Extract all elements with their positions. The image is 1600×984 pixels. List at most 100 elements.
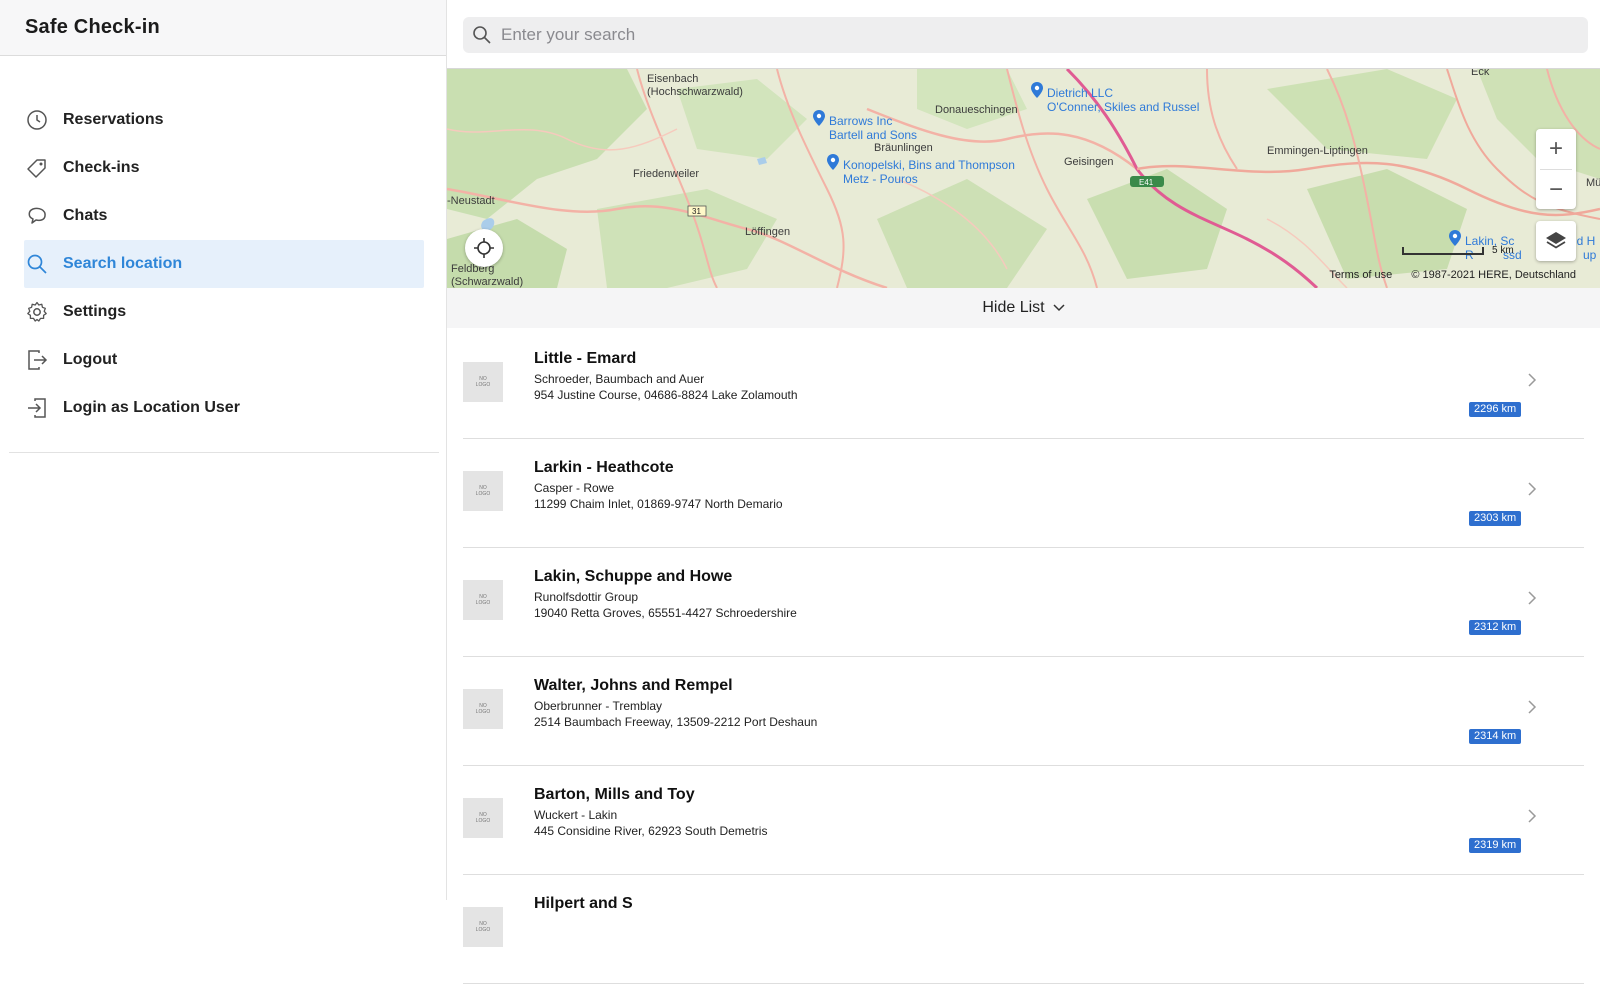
sidebar-header: Safe Check-in (0, 0, 446, 56)
place-label: Donaueschingen (935, 104, 1018, 116)
result-title: Little - Emard (534, 350, 637, 367)
poi-label: O'Conner, Skiles and Russel (1047, 100, 1200, 114)
location-pin-icon[interactable] (1031, 82, 1043, 98)
logo-placeholder-text: LOGO (475, 600, 491, 606)
location-pin-icon[interactable] (827, 154, 839, 170)
app-title: Safe Check-in (25, 16, 160, 38)
map-scale-label: 5 km (1492, 245, 1514, 256)
location-pin-icon[interactable] (1449, 230, 1461, 246)
result-title: Barton, Mills and Toy (534, 786, 695, 803)
sidebar-item-label: Check-ins (63, 159, 140, 176)
chevron-right-icon (1524, 372, 1540, 388)
sidebar-item-label: Logout (63, 351, 118, 368)
distance-badge: 2319 km (1469, 838, 1522, 853)
result-subtitle: Schroeder, Baumbach and Auer (534, 372, 705, 386)
distance-badge: 2312 km (1469, 620, 1522, 635)
poi-label: up (1583, 248, 1597, 262)
place-label: Löffingen (745, 226, 791, 238)
place-label: Eisenbach (Hochschwarzwald) (647, 73, 743, 98)
road-label: E41 (1139, 178, 1154, 187)
sidebar-nav: Reservations Check-ins Chats Search loca… (24, 96, 424, 432)
search-input[interactable] (499, 24, 1503, 46)
result-subtitle: Oberbrunner - Tremblay (534, 699, 663, 713)
logo-placeholder-image: NO LOGO (463, 689, 503, 729)
sidebar: Safe Check-in Reservations Check-ins Cha… (0, 0, 447, 900)
location-pin-icon[interactable] (813, 110, 825, 126)
hide-list-button[interactable]: Hide List (447, 288, 1600, 328)
logo-placeholder-image: NO LOGO (463, 907, 503, 947)
result-subtitle: Casper - Rowe (534, 481, 615, 495)
map-layers-button[interactable] (1536, 221, 1576, 261)
poi-label: Metz - Pouros (843, 172, 918, 186)
sidebar-item-reservations[interactable]: Reservations (24, 96, 424, 144)
list-item[interactable]: NO LOGO Little - Emard Schroeder, Baumbach … (463, 330, 1584, 439)
zoom-controls: + − (1536, 129, 1576, 209)
sidebar-item-check-ins[interactable]: Check-ins (24, 144, 424, 192)
list-item[interactable]: NO LOGO Barton, Mills and Toy Wuckert - Lak… (463, 766, 1584, 875)
sidebar-item-chats[interactable]: Chats (24, 192, 424, 240)
result-title: Hilpert and S (534, 895, 633, 912)
divider (9, 452, 439, 453)
crosshair-icon (474, 238, 494, 258)
distance-badge: 2296 km (1469, 402, 1522, 417)
logo-placeholder-image: NO LOGO (463, 362, 503, 402)
logo-placeholder-text: LOGO (475, 382, 491, 388)
result-address: 11299 Chaim Inlet, 01869-9747 North Dema… (534, 497, 783, 511)
clock-icon (25, 108, 49, 132)
list-item[interactable]: NO LOGO Walter, Johns and Rempel Oberbrunne… (463, 657, 1584, 766)
poi-label: Bartell and Sons (829, 128, 918, 142)
place-label: Bräunlingen (874, 142, 933, 154)
result-title: Larkin - Heathcote (534, 459, 674, 476)
sidebar-item-label: Login as Location User (63, 399, 240, 416)
place-label: Eck (1471, 68, 1490, 78)
chevron-right-icon (1524, 699, 1540, 715)
zoom-in-button[interactable]: + (1536, 129, 1576, 169)
poi-label: Dietrich LLC (1047, 86, 1114, 100)
map-copyright: © 1987-2021 HERE, Deutschland (1411, 269, 1576, 281)
locate-me-button[interactable] (465, 229, 503, 267)
distance-badge: 2314 km (1469, 729, 1522, 744)
logo-placeholder-image: NO LOGO (463, 798, 503, 838)
logo-placeholder-image: NO LOGO (463, 580, 503, 620)
logo-placeholder-text: LOGO (475, 927, 491, 933)
search-bar (463, 17, 1588, 53)
chat-icon (25, 204, 49, 228)
poi-label: Barrows Inc (829, 114, 893, 128)
terms-link[interactable]: Terms of use (1329, 269, 1392, 281)
result-title: Lakin, Schuppe and Howe (534, 568, 733, 585)
place-label: Geisingen (1064, 156, 1114, 168)
road-label: 31 (692, 207, 701, 216)
results-list: NO LOGO Little - Emard Schroeder, Baumbach … (463, 330, 1584, 984)
place-label: Feldberg (Schwarzwald) (451, 263, 524, 288)
result-title: Walter, Johns and Rempel (534, 677, 733, 694)
chevron-right-icon (1524, 808, 1540, 824)
list-item[interactable]: NO LOGO Lakin, Schuppe and Howe Runolfsdott… (463, 548, 1584, 657)
map-base (447, 69, 1600, 288)
list-item[interactable]: NO LOGO Larkin - Heathcote Casper - Rowe 112… (463, 439, 1584, 548)
place-label: -Neustadt (447, 195, 495, 207)
search-icon (471, 24, 493, 46)
sidebar-item-logout[interactable]: Logout (24, 336, 424, 384)
sidebar-item-settings[interactable]: Settings (24, 288, 424, 336)
result-address: 19040 Retta Groves, 65551-4427 Schroeder… (534, 606, 797, 620)
result-subtitle: Wuckert - Lakin (534, 808, 618, 822)
sidebar-item-search-location[interactable]: Search location (24, 240, 424, 288)
logo-placeholder-text: LOGO (475, 709, 491, 715)
place-label: Mü (1586, 177, 1600, 189)
main-content: 31 E41 Eisenbach (Hochschwarzwald) Donau… (447, 0, 1600, 984)
chevron-down-icon (1053, 304, 1065, 312)
distance-badge: 2303 km (1469, 511, 1522, 526)
sidebar-item-login-as-location-user[interactable]: Login as Location User (24, 384, 424, 432)
poi-label: Konopelski, Bins and Thompson (843, 158, 1015, 172)
logout-icon (25, 348, 49, 372)
search-icon (25, 252, 49, 276)
list-item[interactable]: NO LOGO Hilpert and S (463, 875, 1584, 984)
result-address: 445 Considine River, 62923 South Demetri… (534, 824, 768, 838)
sidebar-item-label: Chats (63, 207, 108, 224)
sidebar-item-label: Search location (63, 255, 183, 272)
zoom-out-button[interactable]: − (1536, 170, 1576, 210)
logo-placeholder-image: NO LOGO (463, 471, 503, 511)
hide-list-label: Hide List (982, 299, 1045, 316)
map[interactable]: 31 E41 Eisenbach (Hochschwarzwald) Donau… (447, 68, 1600, 289)
chevron-right-icon (1524, 590, 1540, 606)
